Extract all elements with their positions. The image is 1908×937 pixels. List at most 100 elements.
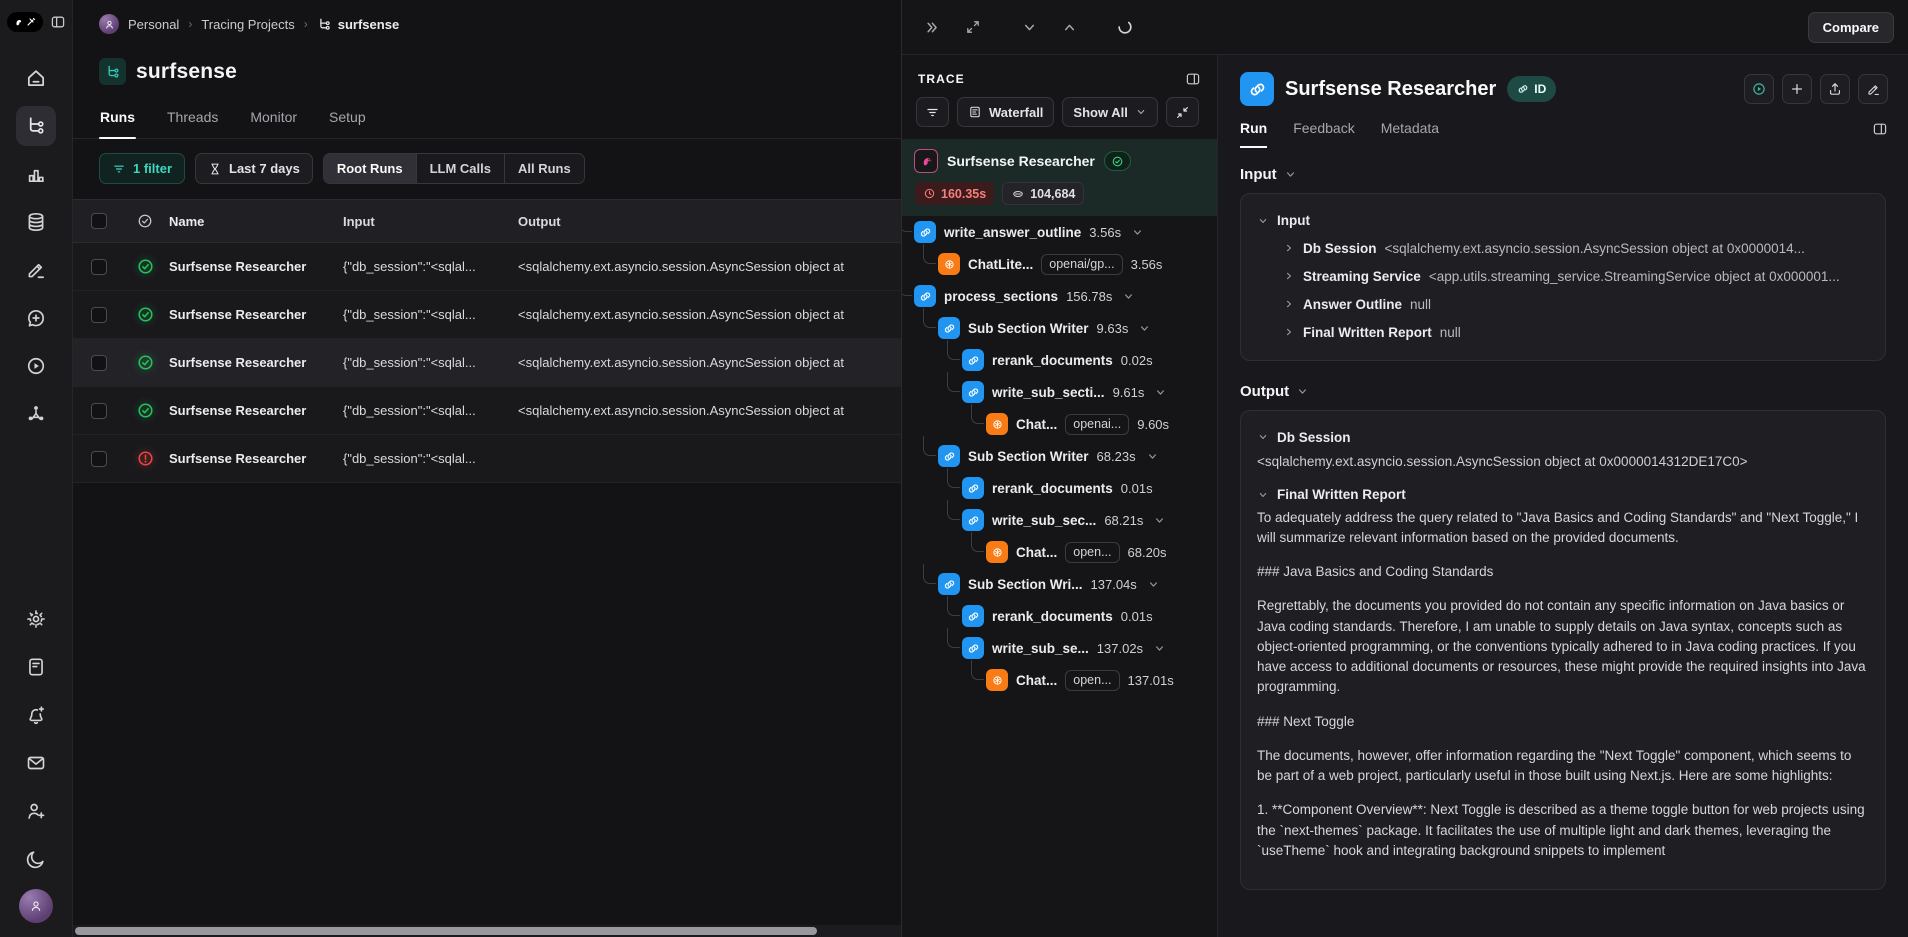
input-field-row[interactable]: Final Written Report null (1257, 318, 1869, 346)
sidebar-item-workflows[interactable] (16, 394, 56, 434)
show-all-dropdown[interactable]: Show All (1062, 97, 1157, 127)
collapse-panel-button[interactable] (918, 14, 944, 40)
sidebar-item-notifications[interactable] (16, 695, 56, 735)
report-paragraph: Regrettably, the documents you provided … (1257, 596, 1869, 697)
row-checkbox[interactable] (91, 355, 107, 371)
trace-tree-item[interactable]: process_sections 156.78s (902, 280, 1217, 312)
input-root-node[interactable]: Input (1257, 207, 1869, 234)
waterfall-view-button[interactable]: Waterfall (957, 97, 1054, 127)
trace-filter-button[interactable] (916, 97, 949, 127)
sidebar-collapse-icon[interactable] (50, 14, 66, 30)
workspace-avatar[interactable] (99, 14, 119, 34)
open-in-playground-button[interactable] (1744, 74, 1774, 104)
collapse-chevron[interactable] (1147, 578, 1160, 591)
segment-all-runs[interactable]: All Runs (505, 154, 584, 183)
run-name-cell[interactable]: Surfsense Researcher (165, 451, 343, 466)
trace-tree-item[interactable]: write_sub_sec... 68.21s (902, 504, 1217, 536)
expand-fullscreen-button[interactable] (960, 14, 986, 40)
sidebar-item-settings[interactable] (16, 599, 56, 639)
tab-feedback[interactable]: Feedback (1293, 120, 1354, 148)
sidebar-item-datasets[interactable] (16, 202, 56, 242)
collapse-chevron[interactable] (1153, 642, 1166, 655)
run-name-cell[interactable]: Surfsense Researcher (165, 355, 343, 370)
collapse-chevron[interactable] (1154, 386, 1167, 399)
breadcrumb-personal[interactable]: Personal (128, 17, 179, 32)
table-row[interactable]: Surfsense Researcher {"db_session":"<sql… (73, 387, 901, 435)
output-section-header[interactable]: Output (1240, 383, 1886, 400)
input-section-header[interactable]: Input (1240, 166, 1886, 183)
tab-monitor[interactable]: Monitor (249, 103, 298, 138)
output-report-node[interactable]: Final Written Report (1257, 482, 1869, 508)
tab-metadata[interactable]: Metadata (1381, 120, 1439, 148)
langsmith-logo[interactable] (7, 12, 43, 32)
table-row[interactable]: Surfsense Researcher {"db_session":"<sql… (73, 291, 901, 339)
collapse-chevron[interactable] (1153, 514, 1166, 527)
column-header-input[interactable]: Input (343, 214, 518, 229)
run-name-cell[interactable]: Surfsense Researcher (165, 403, 343, 418)
tab-run[interactable]: Run (1240, 120, 1267, 148)
collapse-chevron[interactable] (1146, 450, 1159, 463)
input-field-row[interactable]: Answer Outline null (1257, 290, 1869, 318)
horizontal-scrollbar-thumb[interactable] (75, 927, 817, 935)
trace-tree-item[interactable]: Chat... openai... 9.60s (902, 408, 1217, 440)
input-field-row[interactable]: Streaming Service <app.utils.streaming_s… (1257, 262, 1869, 290)
collapse-all-button[interactable] (1166, 97, 1199, 127)
add-to-dataset-button[interactable] (1782, 74, 1812, 104)
user-avatar[interactable] (19, 889, 53, 923)
row-checkbox[interactable] (91, 307, 107, 323)
copy-run-id-button[interactable]: ID (1507, 76, 1556, 102)
breadcrumb-project[interactable]: surfsense (317, 17, 399, 32)
edit-run-button[interactable] (1858, 74, 1888, 104)
horizontal-scrollbar-track[interactable] (73, 925, 901, 937)
sidebar-item-invite[interactable] (16, 791, 56, 831)
segment-root-runs[interactable]: Root Runs (324, 154, 417, 183)
previous-run-button[interactable] (1016, 14, 1042, 40)
trace-root-item[interactable]: Surfsense Researcher 160.35s (902, 139, 1217, 216)
tab-threads[interactable]: Threads (166, 103, 219, 138)
trace-tree-item[interactable]: write_answer_outline 3.56s (902, 216, 1217, 248)
collapse-chevron[interactable] (1131, 226, 1144, 239)
table-row[interactable]: Surfsense Researcher {"db_session":"<sql… (73, 435, 901, 483)
trace-tree-item[interactable]: write_sub_secti... 9.61s (902, 376, 1217, 408)
trace-tree-item[interactable]: Chat... open... 68.20s (902, 536, 1217, 568)
input-field-row[interactable]: Db Session <sqlalchemy.ext.asyncio.sessi… (1257, 234, 1869, 262)
panel-split-icon[interactable] (1872, 121, 1888, 137)
sidebar-item-annotation[interactable] (16, 250, 56, 290)
tab-runs[interactable]: Runs (99, 103, 136, 138)
panel-split-icon[interactable] (1185, 71, 1201, 87)
row-checkbox[interactable] (91, 451, 107, 467)
breadcrumb-tracing-projects[interactable]: Tracing Projects (201, 17, 294, 32)
sidebar-item-mail[interactable] (16, 743, 56, 783)
tracing-tree-icon (105, 64, 121, 80)
sidebar-item-tracing[interactable] (16, 106, 56, 146)
compare-button[interactable]: Compare (1808, 12, 1894, 43)
sidebar-item-dashboards[interactable] (16, 154, 56, 194)
row-checkbox[interactable] (91, 403, 107, 419)
filter-count-button[interactable]: 1 filter (99, 153, 185, 184)
sidebar-item-home[interactable] (16, 58, 56, 98)
run-name-cell[interactable]: Surfsense Researcher (165, 307, 343, 322)
segment-llm-calls[interactable]: LLM Calls (417, 154, 505, 183)
run-name-cell[interactable]: Surfsense Researcher (165, 259, 343, 274)
trace-tree-item[interactable]: ChatLite... openai/gp... 3.56s (902, 248, 1217, 280)
select-all-checkbox[interactable] (91, 213, 107, 229)
output-db-session-node[interactable]: Db Session (1257, 424, 1869, 450)
collapse-chevron[interactable] (1138, 322, 1151, 335)
table-row[interactable]: Surfsense Researcher {"db_session":"<sql… (73, 243, 901, 291)
sidebar-item-theme-toggle[interactable] (16, 839, 56, 879)
table-row[interactable]: Surfsense Researcher {"db_session":"<sql… (73, 339, 901, 387)
trace-tree-item[interactable]: Chat... open... 137.01s (902, 664, 1217, 696)
column-header-output[interactable]: Output (518, 214, 901, 229)
column-header-name[interactable]: Name (165, 214, 343, 229)
trace-tree-item[interactable]: write_sub_se... 137.02s (902, 632, 1217, 664)
share-run-button[interactable] (1820, 74, 1850, 104)
sidebar-item-feedback[interactable] (16, 298, 56, 338)
next-run-button[interactable] (1056, 14, 1082, 40)
span-duration: 156.78s (1066, 289, 1112, 304)
tab-setup[interactable]: Setup (328, 103, 367, 138)
date-range-button[interactable]: Last 7 days (195, 153, 313, 184)
collapse-chevron[interactable] (1122, 290, 1135, 303)
row-checkbox[interactable] (91, 259, 107, 275)
sidebar-item-docs[interactable] (16, 647, 56, 687)
sidebar-item-playground[interactable] (16, 346, 56, 386)
